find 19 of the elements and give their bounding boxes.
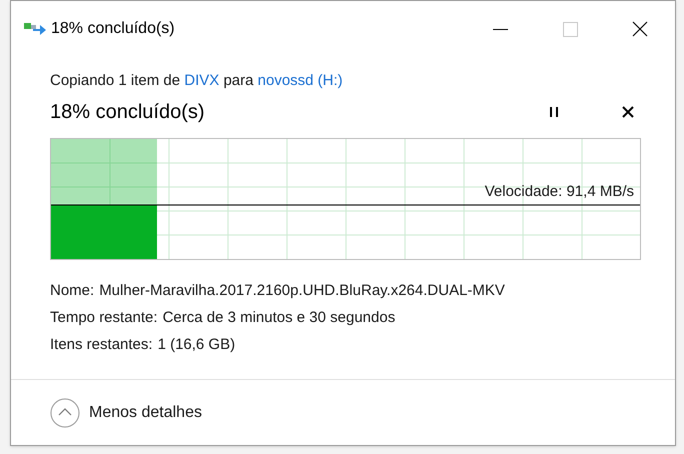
window-title: 18% concluído(s) xyxy=(51,19,175,39)
detail-value: Mulher-Maravilha.2017.2160p.UHD.BluRay.x264.DUAL-MKV xyxy=(99,281,505,301)
close-icon xyxy=(632,21,648,37)
detail-value: 1 (16,6 GB) xyxy=(158,335,236,355)
minimize-icon xyxy=(492,28,508,30)
speed-label: Velocidade: 91,4 MB/s xyxy=(484,183,634,201)
close-icon xyxy=(622,106,634,118)
copy-description: Copiando 1 item de DIVX para novossd (H:) xyxy=(50,71,343,91)
details-toggle[interactable]: Menos detalhes xyxy=(50,398,202,428)
detail-label: Itens restantes: xyxy=(50,335,153,355)
maximize-icon xyxy=(562,22,578,36)
source-link[interactable]: DIVX xyxy=(184,72,220,89)
detail-label: Nome: xyxy=(50,281,94,301)
progress-heading: 18% concluído(s) xyxy=(50,100,205,125)
destination-link[interactable]: novossd (H:) xyxy=(258,72,343,89)
pause-icon xyxy=(550,107,558,117)
copy-icon xyxy=(24,22,46,36)
detail-value: Cerca de 3 minutos e 30 segundos xyxy=(162,308,396,328)
detail-label: Tempo restante: xyxy=(50,308,158,328)
